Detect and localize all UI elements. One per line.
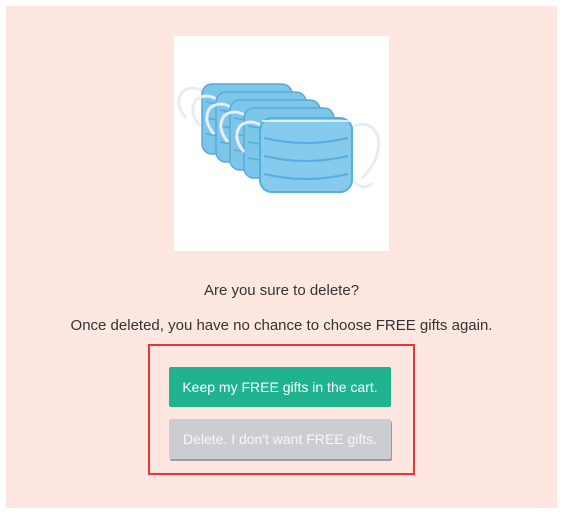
- keep-gifts-button[interactable]: Keep my FREE gifts in the cart.: [169, 367, 391, 407]
- delete-question: Are you sure to delete?: [203, 282, 360, 299]
- delete-confirm-dialog: Are you sure to delete? Once deleted, yo…: [6, 6, 557, 508]
- surgical-masks-icon: [177, 83, 381, 193]
- delete-gifts-button[interactable]: Delete. I don't want FREE gifts.: [169, 419, 391, 459]
- product-image: [174, 36, 389, 251]
- warning-message: Once deleted, you have no chance to choo…: [70, 317, 493, 334]
